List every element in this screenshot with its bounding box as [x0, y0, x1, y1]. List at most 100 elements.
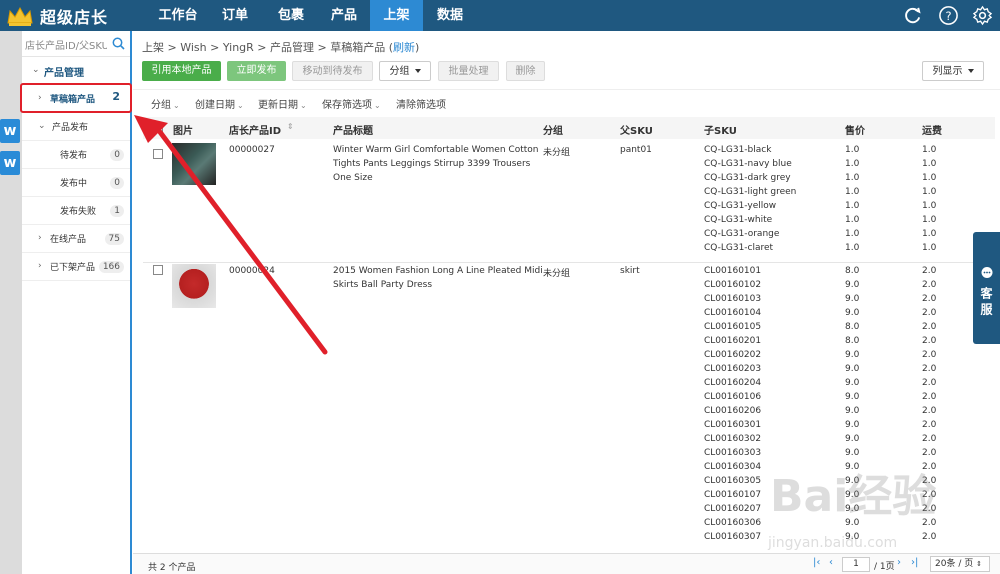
filter-bar: 分组 ⌄ 创建日期 ⌄ 更新日期 ⌄ 保存筛选项 ⌄ 清除筛选项 [133, 89, 1000, 113]
search-icon[interactable] [112, 37, 125, 50]
list-item: 2.0 [922, 434, 937, 444]
list-item: 1.0 [845, 187, 860, 197]
page-size-select[interactable]: 20条 / 页 ⇕ [930, 556, 990, 572]
product-thumbnail[interactable] [172, 143, 216, 185]
page-count: / 1页 [874, 562, 895, 572]
publish-now-button[interactable]: 立即发布 [227, 61, 286, 81]
sidebar-search[interactable]: 店长产品ID/父SKU [22, 31, 130, 57]
import-local-product-button[interactable]: 引用本地产品 [142, 61, 221, 81]
list-item: 1.0 [922, 187, 937, 197]
column-header-id[interactable]: 店长产品ID [229, 122, 281, 137]
settings-gear-icon[interactable] [972, 5, 993, 26]
list-item: CL00160103 [704, 294, 762, 304]
list-item: CQ-LG31-black [704, 145, 772, 155]
batch-process-button[interactable]: 批量处理 [438, 61, 499, 81]
filter-label: 更新日期 [258, 100, 298, 111]
list-item: CQ-LG31-dark grey [704, 173, 791, 183]
filter-save[interactable]: 保存筛选项 ⌄ [322, 96, 381, 111]
sidebar-item-label: 待发布 [60, 151, 88, 161]
filter-clear[interactable]: 清除筛选项 [396, 96, 446, 111]
list-item: 2.0 [922, 280, 937, 290]
list-item: 1.0 [922, 201, 937, 211]
annotation-highlight-box [20, 83, 132, 113]
column-display-label: 列显示 [932, 66, 963, 77]
nav-products[interactable]: 产品 [320, 0, 368, 31]
refresh-link[interactable]: 刷新 [393, 41, 415, 54]
move-to-pending-button[interactable]: 移动到待发布 [292, 61, 373, 81]
first-page-icon[interactable]: |‹ [813, 557, 820, 568]
sort-icon[interactable]: ⇕ [287, 122, 294, 131]
product-title[interactable]: 2015 Women Fashion Long A Line Pleated M… [333, 264, 543, 292]
list-item: 1.0 [845, 159, 860, 169]
nav-data[interactable]: 数据 [425, 0, 475, 31]
filter-group[interactable]: 分组 ⌄ [151, 96, 180, 111]
sidebar-group-product-management[interactable]: ⌄ 产品管理 [22, 57, 130, 83]
column-header-price: 售价 [845, 126, 865, 137]
last-page-icon[interactable]: ›| [911, 557, 918, 568]
sync-icon[interactable] [902, 5, 923, 26]
wish-store-icon[interactable]: w [0, 119, 20, 143]
help-icon[interactable]: ? [938, 5, 959, 26]
list-item: CL00160306 [704, 518, 762, 528]
list-item: 8.0 [845, 336, 860, 346]
search-input[interactable]: 店长产品ID/父SKU [25, 37, 107, 52]
list-item: CQ-LG31-orange [704, 229, 780, 239]
wish-store-icon[interactable]: w [0, 151, 20, 175]
group-dropdown-button[interactable]: 分组 [379, 61, 431, 81]
sidebar-item-delisted[interactable]: › 已下架产品 166 [22, 253, 130, 281]
prev-page-icon[interactable]: ‹ [829, 557, 833, 568]
product-id[interactable]: 00000024 [229, 266, 275, 276]
list-item: CL00160304 [704, 462, 762, 472]
customer-service-tab[interactable]: 客服 [973, 232, 1000, 344]
product-thumbnail[interactable] [172, 264, 216, 308]
list-item: 2.0 [922, 392, 937, 402]
breadcrumb-close: ) [415, 41, 420, 54]
list-item: 2.0 [922, 308, 937, 318]
list-item: 1.0 [845, 145, 860, 155]
brand-logo[interactable]: 超级店长 [6, 4, 108, 28]
list-item: CL00160301 [704, 420, 762, 430]
list-item: CQ-LG31-navy blue [704, 159, 792, 169]
list-item: CQ-LG31-yellow [704, 201, 777, 211]
page-input[interactable]: 1 [842, 557, 870, 572]
next-page-icon[interactable]: › [897, 557, 901, 568]
delete-button[interactable]: 删除 [506, 61, 545, 81]
list-item: CQ-LG31-claret [704, 243, 774, 253]
column-header-image: 图片 [173, 126, 193, 137]
sidebar-item-pending[interactable]: 待发布 0 [22, 141, 130, 169]
select-all-checkbox[interactable] [153, 123, 163, 133]
sidebar-item-failed[interactable]: 发布失败 1 [22, 197, 130, 225]
nav-packages[interactable]: 包裹 [264, 0, 318, 31]
count-badge: 0 [110, 149, 124, 161]
list-item: 9.0 [845, 364, 860, 374]
count-badge: 166 [98, 261, 124, 273]
nav-orders[interactable]: 订单 [210, 0, 260, 31]
list-item: 9.0 [845, 280, 860, 290]
chevron-down-icon: ⌄ [300, 101, 307, 110]
chevron-down-icon: ⌄ [173, 101, 180, 110]
product-title[interactable]: Winter Warm Girl Comfortable Women Cotto… [333, 143, 543, 185]
product-id[interactable]: 00000027 [229, 145, 275, 155]
count-badge: 75 [104, 233, 124, 245]
column-header-title: 产品标题 [333, 126, 373, 137]
row-checkbox[interactable] [153, 265, 163, 275]
chevron-right-icon: › [38, 261, 42, 271]
nav-workbench[interactable]: 工作台 [148, 0, 208, 31]
sidebar-group-label: 产品管理 [44, 68, 84, 79]
filter-created-date[interactable]: 创建日期 ⌄ [195, 96, 244, 111]
sidebar-item-publish[interactable]: ⌄ 产品发布 [22, 113, 130, 141]
column-display-button[interactable]: 列显示 [922, 61, 984, 81]
row-checkbox[interactable] [153, 149, 163, 159]
column-header-child-sku: 子SKU [704, 126, 737, 137]
column-header-shipping: 运费 [922, 126, 942, 137]
list-item: 2.0 [922, 322, 937, 332]
chevron-down-icon: ⌄ [38, 121, 46, 131]
sidebar-item-online[interactable]: › 在线产品 75 [22, 225, 130, 253]
nav-listing[interactable]: 上架 [370, 0, 423, 31]
list-item: CL00160105 [704, 322, 762, 332]
chevron-down-icon: ⌄ [32, 65, 40, 75]
filter-updated-date[interactable]: 更新日期 ⌄ [258, 96, 307, 111]
list-item: 2.0 [922, 364, 937, 374]
chevron-down-icon: ⌄ [374, 101, 381, 110]
sidebar-item-publishing[interactable]: 发布中 0 [22, 169, 130, 197]
